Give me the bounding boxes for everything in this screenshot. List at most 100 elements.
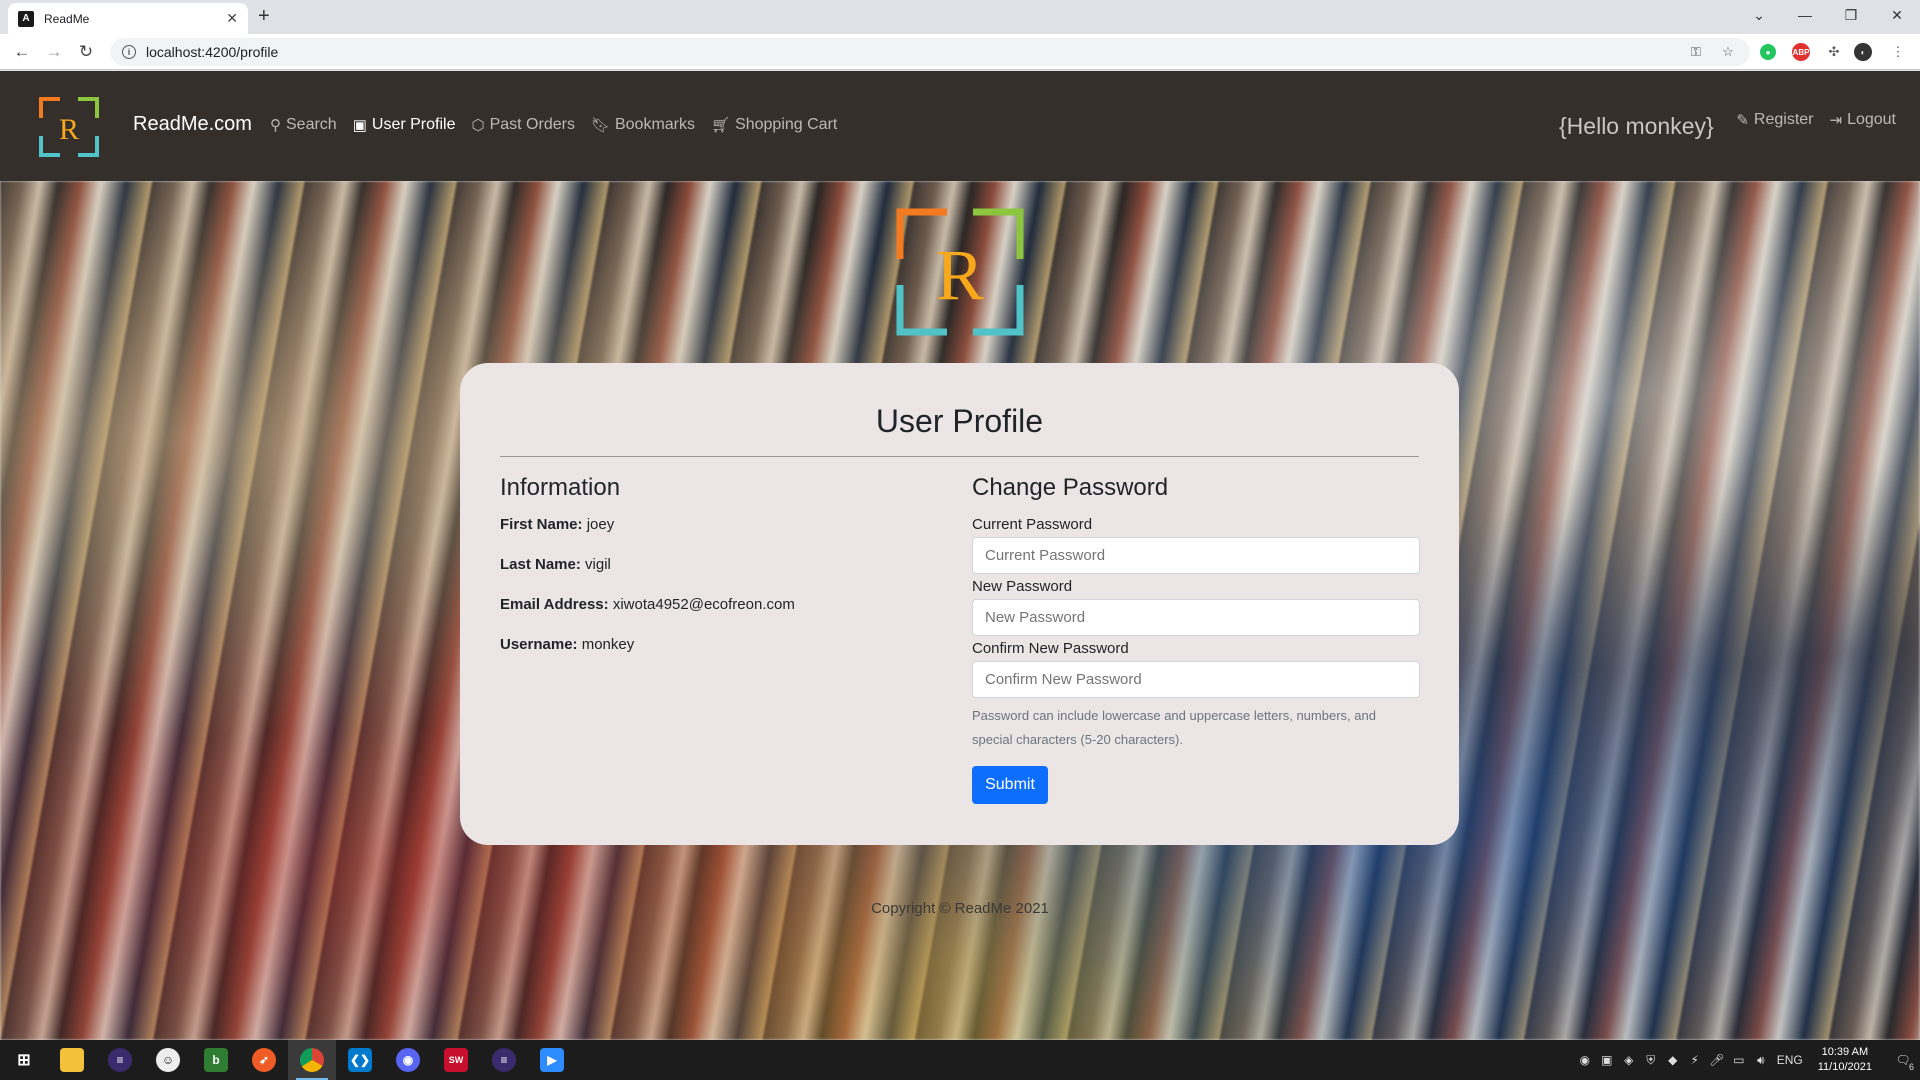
- nav-user-profile-link[interactable]: ▣ User Profile: [353, 116, 456, 134]
- zoom-tray-icon[interactable]: ▣: [1596, 1040, 1618, 1080]
- taskbar-app-books[interactable]: b: [192, 1040, 240, 1080]
- browser-tab[interactable]: A ReadMe ✕: [8, 3, 248, 34]
- extension-green-icon[interactable]: ●: [1760, 44, 1776, 60]
- tab-search-icon[interactable]: ⌄: [1736, 0, 1782, 30]
- close-window-button[interactable]: ✕: [1874, 0, 1920, 30]
- browser-menu-icon[interactable]: ⋮: [1888, 42, 1908, 62]
- title-divider: [500, 456, 1419, 457]
- profile-avatar[interactable]: ◐: [1854, 43, 1872, 61]
- taskbar-vscode[interactable]: ❮❯: [336, 1040, 384, 1080]
- reload-button[interactable]: ↻: [74, 40, 98, 64]
- information-heading: Information: [500, 474, 621, 501]
- confirm-password-input[interactable]: [972, 661, 1420, 698]
- postman-icon: ➶: [252, 1048, 276, 1072]
- email-label: Email Address:: [500, 596, 609, 613]
- extensions-puzzle-icon[interactable]: ✣: [1824, 42, 1844, 62]
- last-name-value: vigil: [585, 556, 611, 573]
- bookmark-icon: 🔖︎: [590, 117, 610, 134]
- nav-bookmarks-link[interactable]: 🔖︎ Bookmarks: [591, 116, 695, 134]
- brand-link[interactable]: ReadMe.com: [133, 113, 252, 136]
- folder-icon: [60, 1048, 84, 1072]
- logout-link[interactable]: ⇥ Logout: [1829, 111, 1896, 129]
- taskbar-app-postman[interactable]: ➶: [240, 1040, 288, 1080]
- eclipse-icon: ≡: [108, 1048, 132, 1072]
- taskbar-app-eclipse-2[interactable]: ≡: [480, 1040, 528, 1080]
- back-button[interactable]: ←: [10, 40, 34, 64]
- readme-logo-icon[interactable]: R: [38, 96, 100, 158]
- search-icon: ⚲: [270, 117, 281, 134]
- microphone-icon[interactable]: 🎤︎: [1706, 1040, 1728, 1080]
- taskbar-file-explorer[interactable]: [48, 1040, 96, 1080]
- page-title: User Profile: [875, 403, 1044, 439]
- solidworks-icon: SW: [444, 1048, 468, 1072]
- dropbox-tray-icon[interactable]: ◆: [1662, 1040, 1684, 1080]
- taskbar-app-eclipse[interactable]: ≡: [96, 1040, 144, 1080]
- discord-tray-icon[interactable]: ◉: [1574, 1040, 1596, 1080]
- browser-tab-strip: A ReadMe ✕ + ⌄ — ❐ ✕: [0, 0, 1920, 34]
- box-icon: ⬡: [471, 117, 485, 134]
- tab-close-icon[interactable]: ✕: [226, 10, 238, 27]
- nav-search-link[interactable]: ⚲ Search: [270, 116, 337, 134]
- network-icon[interactable]: ▭: [1728, 1040, 1750, 1080]
- address-url: localhost:4200/profile: [146, 44, 279, 60]
- system-tray: ◉ ▣ ◈ ⛨ ◆ ⚡︎ 🎤︎ ▭ 🔊︎ ENG 10:39 AM 11/10/…: [1574, 1040, 1920, 1080]
- taskbar-discord[interactable]: ◉: [384, 1040, 432, 1080]
- password-help-text: Password can include lowercase and upper…: [972, 708, 1376, 747]
- new-tab-button[interactable]: +: [258, 5, 270, 28]
- language-indicator[interactable]: ENG: [1772, 1040, 1808, 1080]
- clock-date: 11/10/2021: [1817, 1061, 1872, 1073]
- submit-button[interactable]: Submit: [972, 766, 1048, 804]
- main-nav: ⚲ Search ▣ User Profile ⬡ Past Orders 🔖︎…: [270, 116, 837, 134]
- clock[interactable]: 10:39 AM 11/10/2021: [1818, 1045, 1872, 1075]
- volume-icon[interactable]: 🔊︎: [1750, 1040, 1772, 1080]
- taskbar-app-mascot[interactable]: ☺: [144, 1040, 192, 1080]
- confirm-password-label: Confirm New Password: [972, 640, 1129, 657]
- windows-logo-icon: ⊞: [17, 1052, 31, 1069]
- minimize-button[interactable]: —: [1782, 0, 1828, 30]
- cart-icon: 🛒︎: [711, 117, 731, 134]
- star-icon[interactable]: ☆: [1718, 42, 1738, 62]
- register-link[interactable]: ✎ Register: [1736, 111, 1813, 129]
- nav-shopping-cart-link[interactable]: 🛒︎ Shopping Cart: [711, 116, 837, 134]
- nav-past-orders-label: Past Orders: [489, 116, 575, 133]
- readme-hero-logo-icon: R: [896, 208, 1024, 336]
- taskbar-solidworks[interactable]: SW: [432, 1040, 480, 1080]
- windows-taskbar: ⊞ ≡ ☺ b ➶ ❮❯ ◉ SW ≡ ▶ ◉ ▣ ◈ ⛨ ◆ ⚡︎ 🎤︎ ▭ …: [0, 1040, 1920, 1080]
- browser-toolbar: ← → ↻ i localhost:4200/profile ⚿ ☆ ● ABP…: [0, 34, 1920, 70]
- copyright-footer: Copyright © ReadMe 2021: [871, 900, 1049, 917]
- nav-search-label: Search: [286, 116, 337, 133]
- greeting-text: {Hello monkey}: [1559, 113, 1714, 139]
- site-info-icon[interactable]: i: [122, 45, 136, 59]
- power-tray-icon[interactable]: ⚡︎: [1684, 1040, 1706, 1080]
- taskbar-chrome[interactable]: [288, 1040, 336, 1080]
- logo-letter: R: [59, 113, 79, 146]
- current-password-input[interactable]: [972, 537, 1420, 574]
- forward-button[interactable]: →: [42, 40, 66, 64]
- start-button[interactable]: ⊞: [0, 1040, 48, 1080]
- notification-center-icon[interactable]: 🗨︎ 6: [1886, 1040, 1920, 1080]
- nav-past-orders-link[interactable]: ⬡ Past Orders: [471, 116, 574, 134]
- first-name-label: First Name:: [500, 516, 583, 533]
- adblock-icon[interactable]: ABP: [1792, 43, 1810, 61]
- notification-count: 6: [1908, 1062, 1914, 1072]
- new-password-input[interactable]: [972, 599, 1420, 636]
- zoom-icon: ▶: [540, 1048, 564, 1072]
- angular-favicon-icon: A: [18, 10, 34, 27]
- nvidia-tray-icon[interactable]: ◈: [1618, 1040, 1640, 1080]
- restore-button[interactable]: ❐: [1828, 0, 1874, 30]
- new-password-label: New Password: [972, 578, 1073, 595]
- person-badge-icon: ▣: [352, 117, 367, 134]
- address-bar[interactable]: i localhost:4200/profile: [110, 38, 1750, 66]
- username-label: Username:: [500, 636, 578, 653]
- tab-title: ReadMe: [44, 11, 90, 26]
- email-row: Email Address: xiwota4952@ecofreon.com: [500, 596, 795, 613]
- web-page: R ReadMe.com ⚲ Search ▣ User Profile ⬡ P…: [0, 71, 1920, 1040]
- logout-icon: ⇥: [1829, 112, 1843, 129]
- key-icon[interactable]: ⚿: [1686, 42, 1706, 62]
- chrome-icon: [300, 1048, 324, 1072]
- security-tray-icon[interactable]: ⛨: [1640, 1040, 1662, 1080]
- register-label: Register: [1753, 111, 1814, 128]
- clock-time: 10:39 AM: [1821, 1046, 1869, 1058]
- change-password-heading: Change Password: [972, 474, 1169, 501]
- taskbar-zoom[interactable]: ▶: [528, 1040, 576, 1080]
